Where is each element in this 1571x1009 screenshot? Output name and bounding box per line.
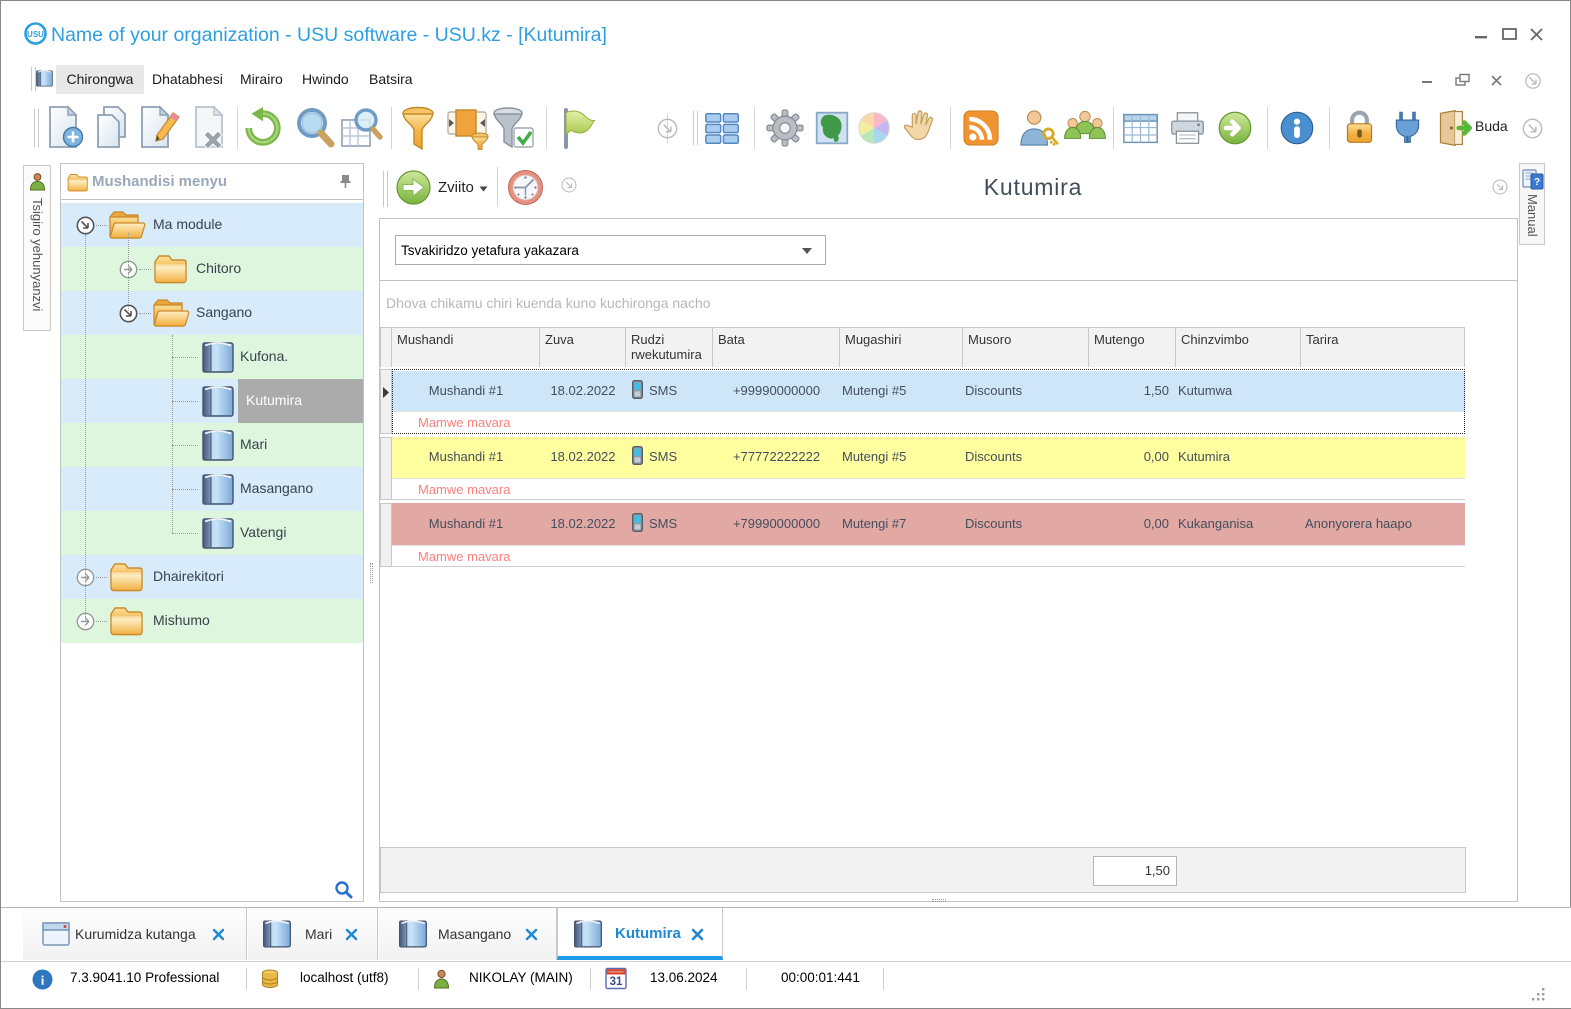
svg-text:i: i: [41, 973, 45, 988]
svg-text:31: 31: [610, 976, 623, 988]
svg-text:USU: USU: [27, 30, 44, 39]
svg-text:?: ?: [1534, 177, 1540, 188]
